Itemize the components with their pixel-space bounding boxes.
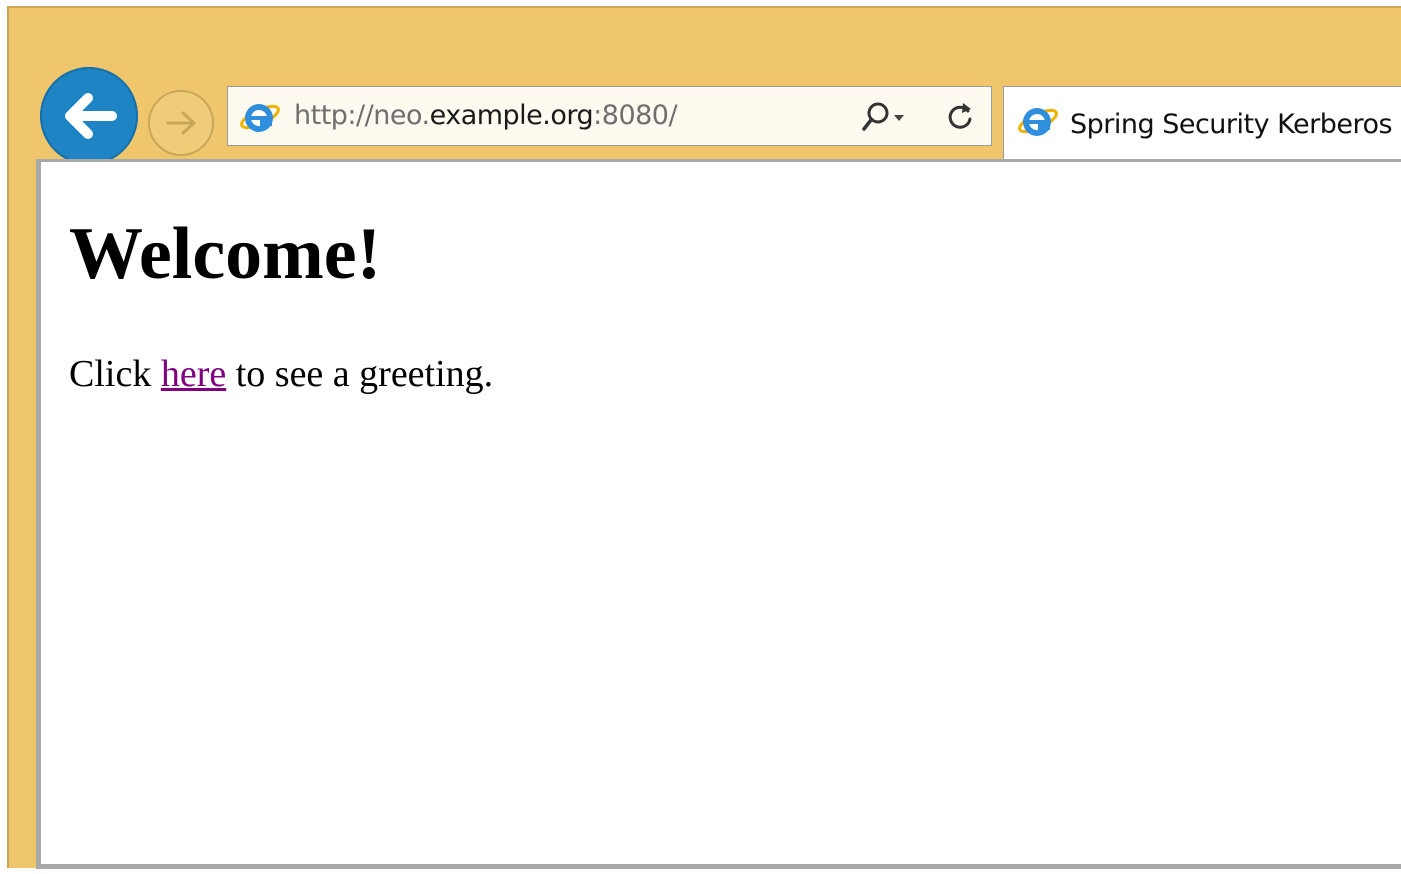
refresh-button[interactable] <box>940 99 980 135</box>
text-before-link: Click <box>69 353 161 395</box>
tab-current[interactable]: Spring Security Kerberos <box>1003 86 1401 162</box>
search-dropdown-button[interactable] <box>856 99 916 135</box>
internet-explorer-icon <box>240 104 280 132</box>
greeting-paragraph: Click here to see a greeting. <box>69 352 493 396</box>
text-after-link: to see a greeting. <box>226 353 494 395</box>
page-title: Welcome! <box>69 213 382 295</box>
url-scheme: http://neo. <box>294 100 430 131</box>
tab-title: Spring Security Kerberos <box>1070 109 1393 140</box>
refresh-icon <box>948 103 972 129</box>
arrow-left-icon <box>65 93 117 139</box>
address-bar[interactable]: http://neo.example.org:8080/ <box>227 86 992 146</box>
internet-explorer-icon <box>1018 108 1058 136</box>
url-host: example.org <box>429 100 594 131</box>
url-port-path: :8080/ <box>593 100 678 131</box>
url-text[interactable]: http://neo.example.org:8080/ <box>294 99 678 133</box>
arrow-right-icon <box>166 111 196 135</box>
search-icon <box>862 102 889 131</box>
back-button[interactable] <box>40 67 138 165</box>
browser-window-frame: http://neo.example.org:8080/ Spring Secu… <box>7 6 1401 869</box>
chevron-down-icon <box>894 115 904 121</box>
greeting-link[interactable]: here <box>161 353 226 395</box>
forward-button[interactable] <box>148 90 214 156</box>
page-content: Welcome! Click here to see a greeting. <box>36 159 1401 869</box>
